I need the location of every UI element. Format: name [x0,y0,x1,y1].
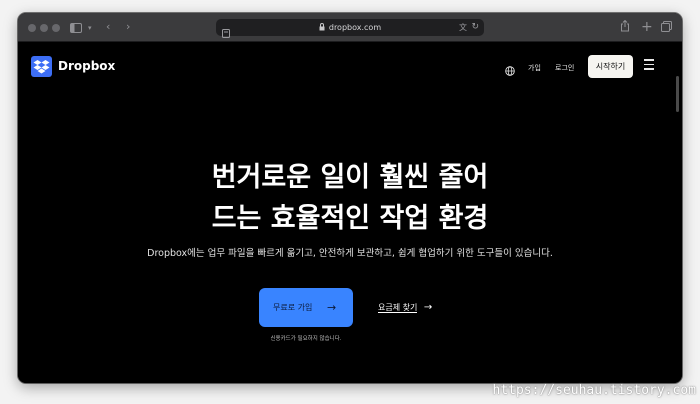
translate-icon[interactable]: 文 [459,20,467,35]
headline-line-1: 번거로운 일이 훨씬 줄어 [211,162,489,193]
lock-icon [319,20,325,37]
dropbox-page: Dropbox 가입 로그인 시작하기 번거로운 일이 훨씬 줄어 드는 효율적… [18,42,682,383]
start-button[interactable]: 시작하기 [588,55,633,78]
tabs-overview-icon[interactable] [661,21,672,37]
scrollbar[interactable] [676,76,679,112]
login-link[interactable]: 로그인 [555,63,574,73]
hamburger-menu-icon[interactable] [644,59,654,71]
arrow-right-icon: → [327,301,337,314]
no-credit-card-note: 신용카드가 필요하지 않습니다. [270,336,342,342]
free-signup-button[interactable]: 무료로 가입 → [259,288,353,327]
new-tab-icon[interactable]: + [641,19,653,35]
brand-name[interactable]: Dropbox [58,58,115,74]
zoom-window-button[interactable] [52,24,60,32]
back-icon[interactable]: ‹ [106,19,110,35]
dropbox-logo-icon[interactable] [31,56,52,77]
headline-line-2: 드는 효율적인 작업 환경 [211,203,489,234]
sidebar-icon[interactable] [70,22,82,38]
address-bar[interactable]: dropbox.com 文 ↻ [216,19,484,38]
browser-window: ▾ ‹ › dropbox.com 文 ↻ + Dropbox 가입 로그인 시… [18,13,682,383]
globe-icon[interactable] [505,61,515,80]
url-text: dropbox.com [328,23,382,32]
reload-icon[interactable]: ↻ [471,20,479,35]
find-plan-label: 요금제 찾기 [378,303,418,313]
find-plan-link[interactable]: 요금제 찾기 → [378,302,432,314]
close-window-button[interactable] [28,24,36,32]
share-icon[interactable] [620,19,630,37]
forward-icon[interactable]: › [126,19,130,35]
free-signup-label: 무료로 가입 [273,303,313,312]
browser-toolbar: ▾ ‹ › dropbox.com 文 ↻ + [18,13,682,42]
minimize-window-button[interactable] [40,24,48,32]
chevron-down-icon[interactable]: ▾ [88,20,92,36]
arrow-right-icon: → [423,302,433,313]
hero-description: Dropbox에는 업무 파일을 빠르게 옮기고, 안전하게 보관하고, 쉽게 … [147,248,553,259]
watermark-text: https://seuhau.tistory.com [492,383,697,398]
signup-link[interactable]: 가입 [528,63,541,73]
